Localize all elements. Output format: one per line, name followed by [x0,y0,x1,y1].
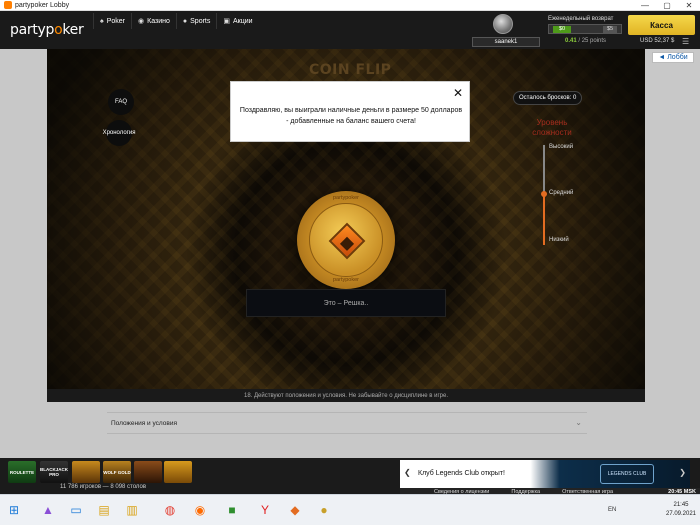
diamond-icon [328,222,366,260]
close-icon[interactable]: ✕ [453,86,463,100]
promo-text: Клуб Legends Club открыт! [418,470,505,477]
coin-text-top: partypoker [333,195,359,201]
slot-game-5[interactable] [134,461,162,483]
cashier-button[interactable]: Касса [628,15,695,35]
slot-roulette[interactable]: ROULETTE [8,461,36,483]
chevron-right-icon[interactable]: ❯ [679,468,686,477]
slot-game-3[interactable] [72,461,100,483]
minimize-button[interactable]: — [634,0,656,11]
main-nav: ♠ Poker ◉ Казино ● Sports ▣ Акции [93,13,259,29]
coin-taskbar-icon[interactable]: ● [314,500,334,520]
app-icon-green[interactable]: ■ [222,500,242,520]
tray-lang[interactable]: EN [608,507,616,513]
nav-casino[interactable]: ◉ Казино [131,13,176,29]
folder-icon[interactable]: ▤ [94,500,114,520]
coin-text-bottom: partypoker [333,277,359,283]
points-readout: 0.41 / 25 points [565,38,607,44]
result-bar: Это – Решка.. [246,289,446,317]
level-medium[interactable]: Средний [549,190,573,196]
app-icon [4,1,12,9]
history-button[interactable]: Хронология [103,120,135,146]
start-icon[interactable]: ⊞ [4,500,24,520]
windows-taskbar: ⊞ ▲ ▭ ▤ ▥ ◍ ◉ ■ Y ◆ ● EN 21:45 27.09.2021 [0,494,700,525]
slot-game-6[interactable] [164,461,192,483]
nav-sports[interactable]: ● Sports [175,13,216,29]
balance: USD 52,37 $ [640,38,675,44]
terms-label: Положения и условия [111,419,178,427]
bottom-bar: ROULETTE BLACKJACK PRO WOLF GOLD 11 786 … [0,458,700,496]
window-titlebar: partypoker Lobby — ▢ ✕ [0,0,700,11]
coin[interactable]: partypoker partypoker [297,191,395,289]
level-low[interactable]: Низкий [549,237,569,243]
top-header: partypoker ♠ Poker ◉ Казино ● Sports ▣ Акции… [0,11,700,49]
cashback-left-value: $0 [553,26,571,33]
close-window-button[interactable]: ✕ [678,0,700,11]
difficulty-title: Уровень сложности [532,118,572,137]
chevron-left-icon[interactable]: ❮ [404,468,411,477]
username-box[interactable]: saanek1 [472,37,540,47]
level-high[interactable]: Высокий [549,144,573,150]
terms-accordion[interactable]: Положения и условия ⌄ [107,412,587,434]
cashback-bar: $0 $5 [548,24,622,34]
clock[interactable]: 21:45 27.09.2021 [664,501,698,519]
cashback-right-value: $5 [603,26,617,33]
legends-club-logo: LEGENDS CLUB [600,464,654,484]
slot-wolf-gold[interactable]: WOLF GOLD [103,461,131,483]
lobby-button[interactable]: ◄ Лобби [652,52,694,63]
difficulty-knob[interactable] [541,191,547,197]
assistant-icon[interactable]: ▲ [38,500,58,520]
window-title: partypoker Lobby [15,1,70,9]
firefox-icon[interactable]: ◉ [190,500,210,520]
yandex-icon[interactable]: Y [255,500,275,520]
cashback-label: Еженедельный возврат [548,16,614,22]
game-footnote: 18. Действуют положения и условия. Не за… [47,389,645,402]
avatar[interactable] [493,14,513,34]
chevron-down-icon: ⌄ [575,418,582,427]
partypoker-logo[interactable]: partypoker [10,22,84,38]
coin-face [309,203,383,277]
game-title: COIN FLIP [309,62,392,78]
throws-remaining: Осталось бросков: 0 [513,91,583,105]
spade-icon: ♠ [100,17,104,25]
chrome-icon[interactable]: ◍ [160,500,180,520]
slot-blackjack[interactable]: BLACKJACK PRO [40,461,68,483]
nav-poker[interactable]: ♠ Poker [93,13,131,29]
win-modal: ✕ Поздравляю, вы выиграли наличные деньг… [230,81,470,142]
players-online: 11 786 игроков — 8 098 столов [60,484,147,490]
menu-icon[interactable]: ☰ [682,37,689,46]
modal-message: Поздравляю, вы выиграли наличные деньги … [239,107,463,125]
partypoker-taskbar-icon[interactable]: ◆ [285,500,305,520]
gift-icon: ▣ [223,18,230,25]
computer-icon[interactable]: ▭ [66,500,86,520]
chip-icon: ◉ [138,18,145,25]
difficulty-track-fill [543,193,545,245]
ball-icon: ● [182,17,188,25]
files-icon[interactable]: ▥ [122,500,142,520]
faq-button[interactable]: FAQ [108,89,134,115]
promo-banner[interactable]: ❮ Клуб Legends Club открыт! LEGENDS CLUB… [400,460,690,488]
nav-promotions[interactable]: ▣ Акции [216,13,258,29]
maximize-button[interactable]: ▢ [656,0,678,11]
